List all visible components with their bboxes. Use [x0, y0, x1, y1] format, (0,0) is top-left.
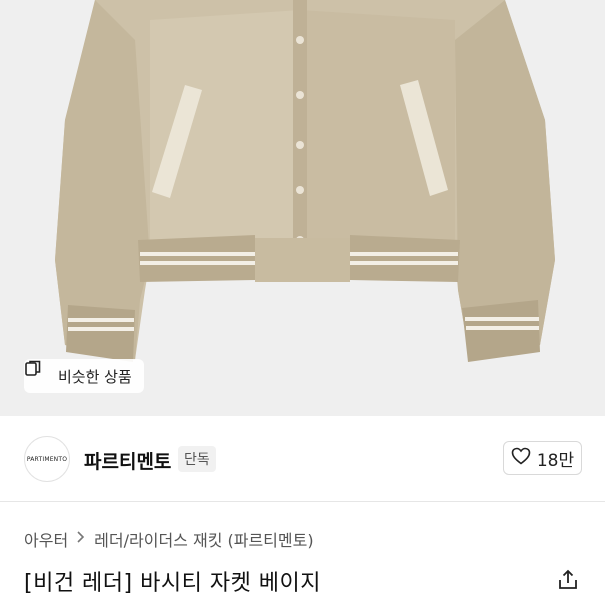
brand-name[interactable]: 파르티멘토: [84, 447, 171, 474]
share-button[interactable]: [556, 568, 580, 592]
product-title: [비건 레더] 바시티 자켓 베이지: [24, 571, 322, 596]
copy-icon: [25, 360, 52, 385]
jacket-photo: [55, 0, 555, 362]
similar-items-label: 비슷한 상품: [58, 367, 132, 386]
share-icon: [556, 569, 580, 596]
breadcrumb: 아우터 레더/라이더스 재킷 (파르티멘토): [24, 527, 314, 551]
heart-icon: [511, 447, 531, 470]
like-count: 18만: [536, 450, 575, 471]
breadcrumb-subcategory[interactable]: 레더/라이더스 재킷 (파르티멘토): [94, 527, 313, 551]
chevron-right-icon: [76, 530, 86, 548]
brand-logo[interactable]: PARTIMENTO: [24, 436, 70, 482]
similar-items-button[interactable]: 비슷한 상품: [24, 359, 144, 393]
brand-logo-text: PARTIMENTO: [26, 455, 68, 463]
exclusive-badge: 단독: [178, 446, 216, 472]
product-image[interactable]: 비슷한 상품: [0, 0, 605, 416]
like-button[interactable]: 18만: [503, 441, 582, 475]
breadcrumb-category[interactable]: 아우터: [24, 527, 68, 551]
brand-row: PARTIMENTO 파르티멘토 단독 18만: [0, 416, 605, 502]
